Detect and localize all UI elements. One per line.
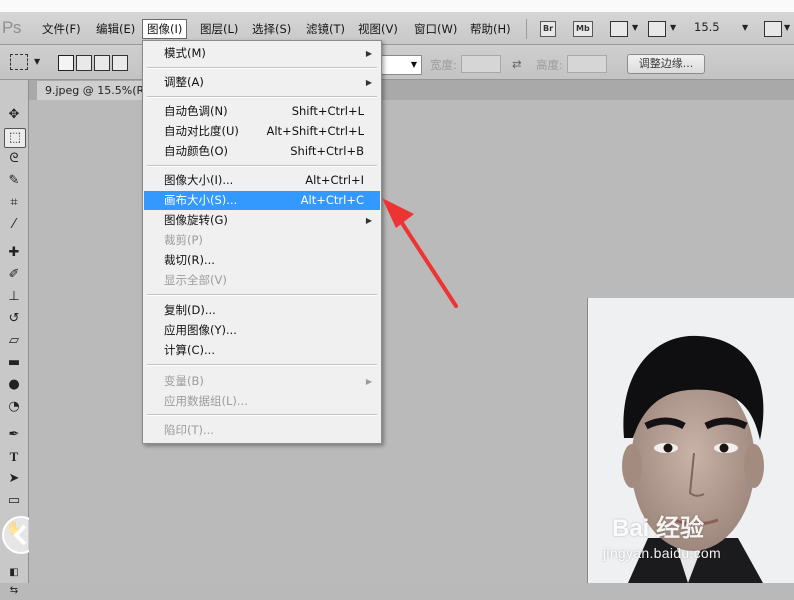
grid-dropdown-icon[interactable]: ▼ xyxy=(670,23,676,32)
menu-help[interactable]: 帮助(H) xyxy=(466,20,515,38)
dodge-tool-icon[interactable]: ◔ xyxy=(4,398,24,416)
rectangle-tool-icon[interactable]: ▭ xyxy=(4,492,24,510)
width-field[interactable] xyxy=(461,55,501,73)
bridge-button[interactable]: Br xyxy=(540,21,557,37)
crop-tool-icon[interactable]: ⌗ xyxy=(4,194,24,212)
marquee-preset-icon[interactable] xyxy=(10,54,28,70)
history-brush-tool-icon[interactable]: ↺ xyxy=(4,310,24,328)
menu-separator xyxy=(147,67,377,69)
gradient-tool-icon[interactable]: ▬ xyxy=(4,354,24,372)
tools-panel: ✥ ⬚ ᘓ ✎ ⌗ ⁄ ✚ ✐ ⊥ ↺ ▱ ▬ ● ◔ ✒ T ➤ ▭ ✋ ◧ … xyxy=(0,80,40,596)
intersect-selection-icon[interactable] xyxy=(112,55,128,71)
menu-layer[interactable]: 图层(L) xyxy=(196,20,242,38)
menu-item-mode[interactable]: 模式(M) ▶ xyxy=(144,44,380,63)
photoshop-logo: Ps xyxy=(2,18,21,37)
healing-brush-tool-icon[interactable]: ✚ xyxy=(4,244,24,262)
title-strip xyxy=(0,0,794,12)
zoom-level[interactable]: 15.5 xyxy=(694,20,720,34)
marquee-tool-icon[interactable]: ⬚ xyxy=(4,128,26,148)
menu-separator xyxy=(526,19,527,39)
menu-item-crop: 裁剪(P) xyxy=(164,233,203,247)
width-label: 宽度: xyxy=(430,58,457,72)
menu-view[interactable]: 视图(V) xyxy=(354,20,402,38)
menu-item-image-rotation[interactable]: 图像旋转(G) ▶ xyxy=(144,211,380,230)
quick-select-tool-icon[interactable]: ✎ xyxy=(4,172,24,190)
type-tool-icon[interactable]: T xyxy=(4,448,24,466)
menu-edit[interactable]: 编辑(E) xyxy=(92,20,139,38)
menu-separator xyxy=(147,294,377,296)
menu-separator xyxy=(147,96,377,98)
menu-separator xyxy=(147,364,377,366)
menu-item-variables: 变量(B) ▶ xyxy=(144,372,380,391)
refine-edge-button[interactable]: 调整边缘... xyxy=(627,54,705,74)
pen-tool-icon[interactable]: ✒ xyxy=(4,426,24,444)
frame-icon[interactable] xyxy=(610,21,628,37)
options-bar: ▼ ▼ 宽度: ⇄ 高度: 调整边缘... xyxy=(0,45,794,80)
submenu-arrow-icon: ▶ xyxy=(365,78,372,87)
menu-window[interactable]: 窗口(W) xyxy=(410,20,461,38)
eraser-tool-icon[interactable]: ▱ xyxy=(4,332,24,350)
grid-icon[interactable] xyxy=(648,21,666,37)
image-menu-dropdown: 模式(M) ▶ 调整(A) ▶ 自动色调(N) Shift+Ctrl+L 自动对… xyxy=(142,40,382,444)
menu-file[interactable]: 文件(F) xyxy=(38,20,85,38)
menu-item-apply-data-set: 应用数据组(L)... xyxy=(164,394,248,408)
menu-item-adjustments[interactable]: 调整(A) ▶ xyxy=(144,73,380,92)
new-selection-icon[interactable] xyxy=(58,55,74,71)
swap-icon[interactable]: ⇄ xyxy=(512,57,522,71)
subtract-selection-icon[interactable] xyxy=(94,55,110,71)
menu-item-canvas-size[interactable]: 画布大小(S)... Alt+Ctrl+C xyxy=(144,191,380,210)
move-tool-icon[interactable]: ✥ xyxy=(4,106,24,124)
menu-item-auto-tone[interactable]: 自动色调(N) Shift+Ctrl+L xyxy=(144,102,380,121)
add-selection-icon[interactable] xyxy=(76,55,92,71)
height-label: 高度: xyxy=(536,58,563,72)
menu-select[interactable]: 选择(S) xyxy=(248,20,295,38)
height-field[interactable] xyxy=(567,55,607,73)
watermark-url: jingyan.baidu.com xyxy=(603,545,721,561)
lasso-tool-icon[interactable]: ᘓ xyxy=(4,150,24,168)
menu-separator xyxy=(147,414,377,416)
blur-tool-icon[interactable]: ● xyxy=(4,376,24,394)
minibridge-button[interactable]: Mb xyxy=(573,21,593,37)
menu-item-image-size[interactable]: 图像大小(I)... Alt+Ctrl+I xyxy=(144,171,380,190)
menu-item-apply-image[interactable]: 应用图像(Y)... xyxy=(144,321,380,340)
arrange-dropdown-icon[interactable]: ▼ xyxy=(784,23,790,32)
path-select-tool-icon[interactable]: ➤ xyxy=(4,470,24,488)
menu-item-calculations[interactable]: 计算(C)... xyxy=(144,341,380,360)
menu-bar: Ps 文件(F) 编辑(E) 图像(I) 图层(L) 选择(S) 滤镜(T) 视… xyxy=(0,12,794,45)
menu-item-auto-color[interactable]: 自动颜色(O) Shift+Ctrl+B xyxy=(144,142,380,161)
default-colors-icon[interactable]: ◧ ⇆ xyxy=(4,564,24,596)
menu-item-auto-contrast[interactable]: 自动对比度(U) Alt+Shift+Ctrl+L xyxy=(144,122,380,141)
baidu-jingyan-logo: Bai 经验 xyxy=(612,515,705,542)
annotation-arrow-icon xyxy=(382,198,458,308)
menu-item-trap: 陷印(T)... xyxy=(164,423,214,437)
clone-stamp-tool-icon[interactable]: ⊥ xyxy=(4,288,24,306)
submenu-arrow-icon: ▶ xyxy=(365,49,372,58)
menu-image[interactable]: 图像(I) xyxy=(142,19,188,39)
eyedropper-tool-icon[interactable]: ⁄ xyxy=(4,216,24,234)
frame-dropdown-icon[interactable]: ▼ xyxy=(632,23,638,32)
menu-item-reveal-all: 显示全部(V) xyxy=(164,273,227,287)
submenu-arrow-icon: ▶ xyxy=(365,377,372,386)
menu-item-trim[interactable]: 裁切(R)... xyxy=(144,251,380,270)
brush-tool-icon[interactable]: ✐ xyxy=(4,266,24,284)
preset-dropdown-icon[interactable]: ▼ xyxy=(34,57,40,66)
arrange-icon[interactable] xyxy=(764,21,782,37)
zoom-dropdown-icon[interactable]: ▼ xyxy=(742,23,748,32)
menu-filter[interactable]: 滤镜(T) xyxy=(302,20,349,38)
menu-item-duplicate[interactable]: 复制(D)... xyxy=(144,301,380,320)
menu-separator xyxy=(147,165,377,167)
